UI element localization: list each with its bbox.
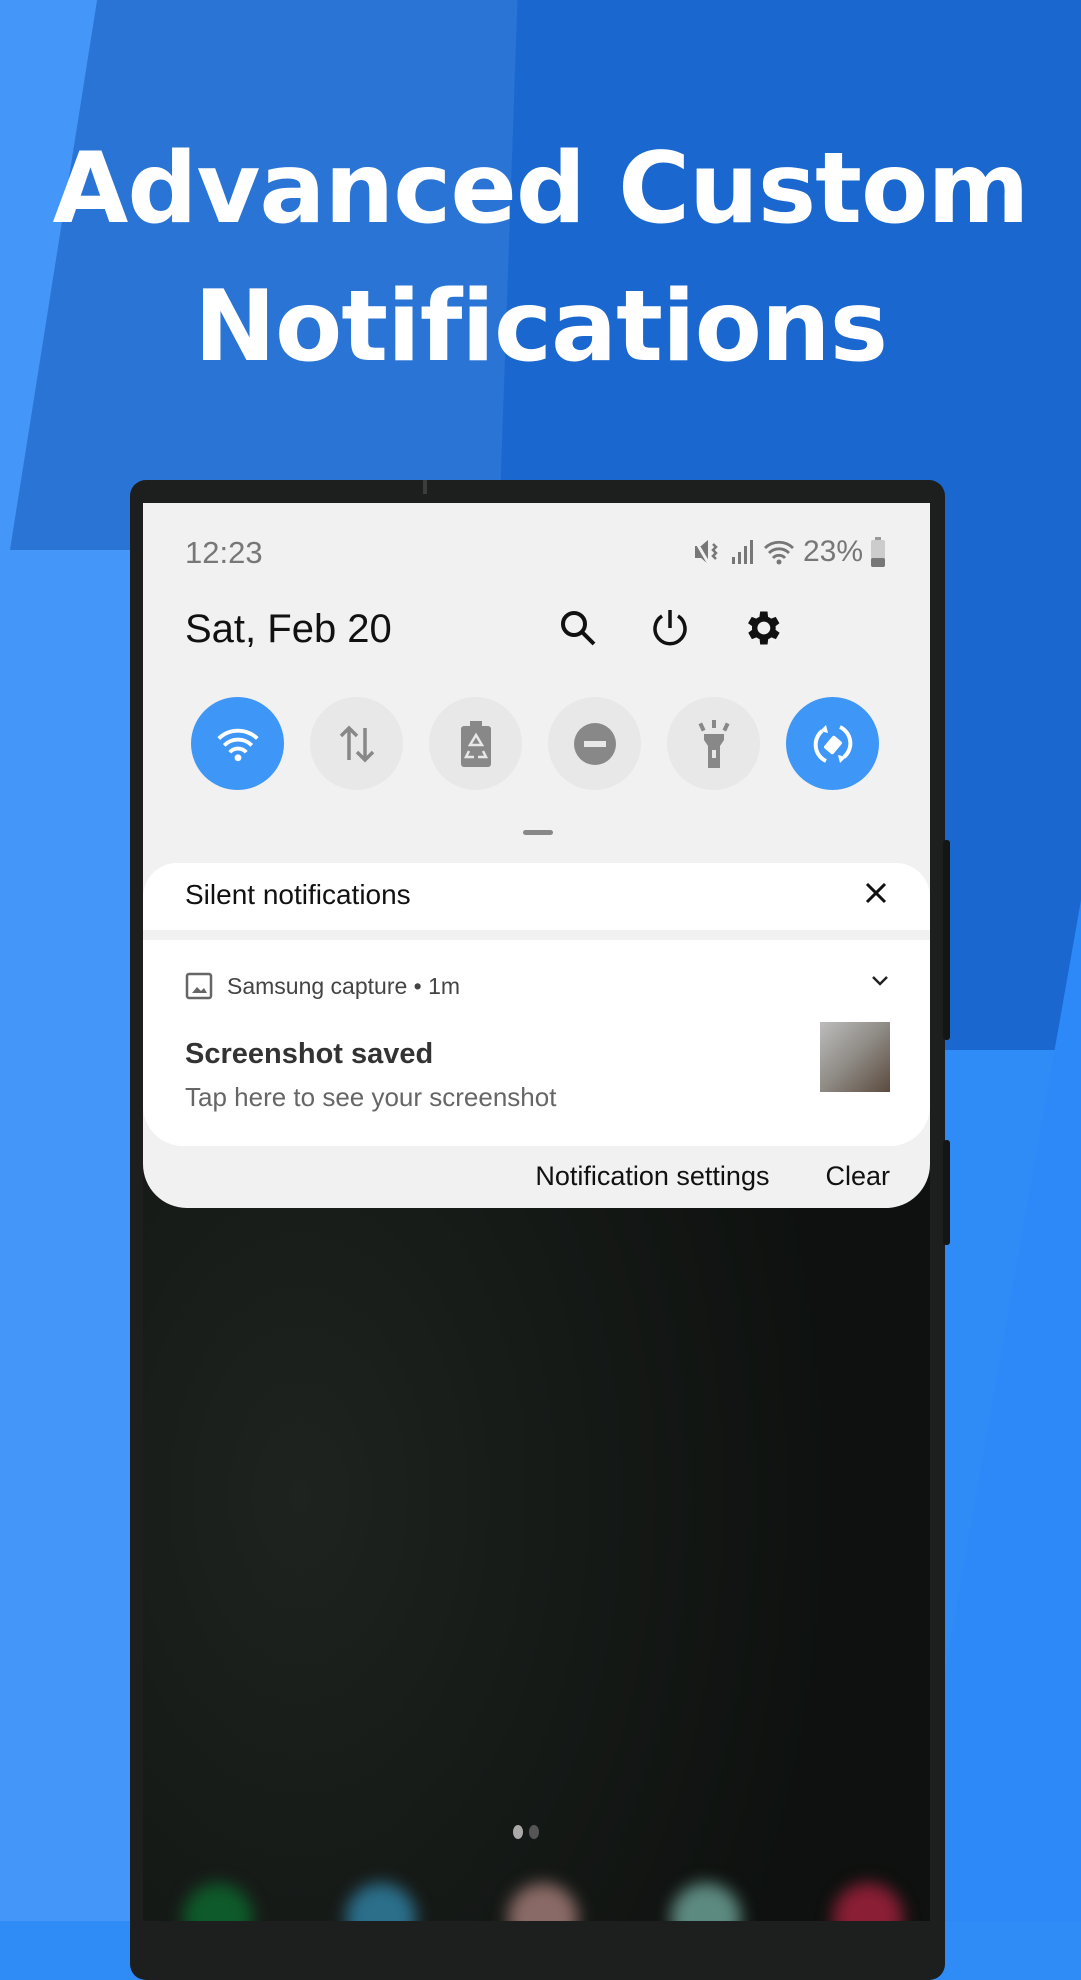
toggle-do-not-disturb[interactable] [548,697,641,790]
rotate-icon [813,724,852,763]
mute-vibrate-icon [693,539,718,565]
battery-icon [871,537,885,567]
search-button[interactable] [553,603,603,653]
dock-app-icon[interactable] [183,1883,253,1921]
toggle-wifi[interactable] [191,697,284,790]
notification-app-name: Samsung capture • 1m [227,972,461,999]
battery-percent: 23% [802,535,863,568]
app-dock [183,1883,903,1921]
power-button[interactable] [645,603,695,653]
notification-title: Screenshot saved [185,1038,434,1070]
notification-settings-button[interactable]: Notification settings [535,1161,769,1192]
volume-button [943,840,950,1040]
notification-panel: 12:23 23% Sat, Feb 20 Silent notificatio… [143,503,930,1208]
panel-drag-handle[interactable] [523,830,553,835]
headline: Advanced Custom Notifications [0,120,1081,396]
toggle-mobile-data[interactable] [310,697,403,790]
side-button [943,1140,950,1245]
status-time: 12:23 [185,535,263,570]
flashlight-icon [697,719,730,768]
notification-app-row: Samsung capture • 1m [185,972,460,1000]
page-indicator [513,1825,539,1839]
power-icon [653,610,687,646]
dock-app-icon[interactable] [508,1883,578,1921]
dock-app-icon[interactable] [833,1883,903,1921]
dock-app-icon[interactable] [345,1883,416,1921]
silent-notifications-header: Silent notifications [143,863,930,930]
wifi-icon [763,540,794,565]
settings-button[interactable] [737,603,787,653]
toggle-flashlight[interactable] [667,697,760,790]
notification-card[interactable]: Samsung capture • 1m Screenshot saved Ta… [143,940,930,1146]
date-label: Sat, Feb 20 [185,607,392,651]
signal-icon [731,540,753,564]
image-icon [185,972,213,1000]
toggle-power-saving[interactable] [429,697,522,790]
headline-line2: Notifications [193,270,888,384]
status-icons: 23% [693,535,885,569]
wifi-icon [216,728,259,761]
data-arrows-icon [339,725,374,762]
notification-actions: Notification settings Clear [535,1161,890,1192]
search-icon [561,611,596,646]
phone-screen: 12:23 23% Sat, Feb 20 Silent notificatio… [143,503,930,1921]
close-icon[interactable] [862,879,890,907]
clear-button[interactable]: Clear [825,1161,890,1192]
silent-notifications-label: Silent notifications [185,879,411,910]
dock-app-icon[interactable] [670,1883,741,1921]
battery-recycle-icon [460,720,491,767]
chevron-down-icon[interactable] [870,974,890,988]
screenshot-thumbnail[interactable] [820,1022,890,1092]
headline-line1: Advanced Custom [52,132,1030,246]
notification-body: Tap here to see your screenshot [185,1082,557,1112]
gear-icon [748,611,780,645]
minus-circle-icon [573,722,616,765]
quick-toggles [191,697,879,790]
toggle-auto-rotate[interactable] [786,697,879,790]
